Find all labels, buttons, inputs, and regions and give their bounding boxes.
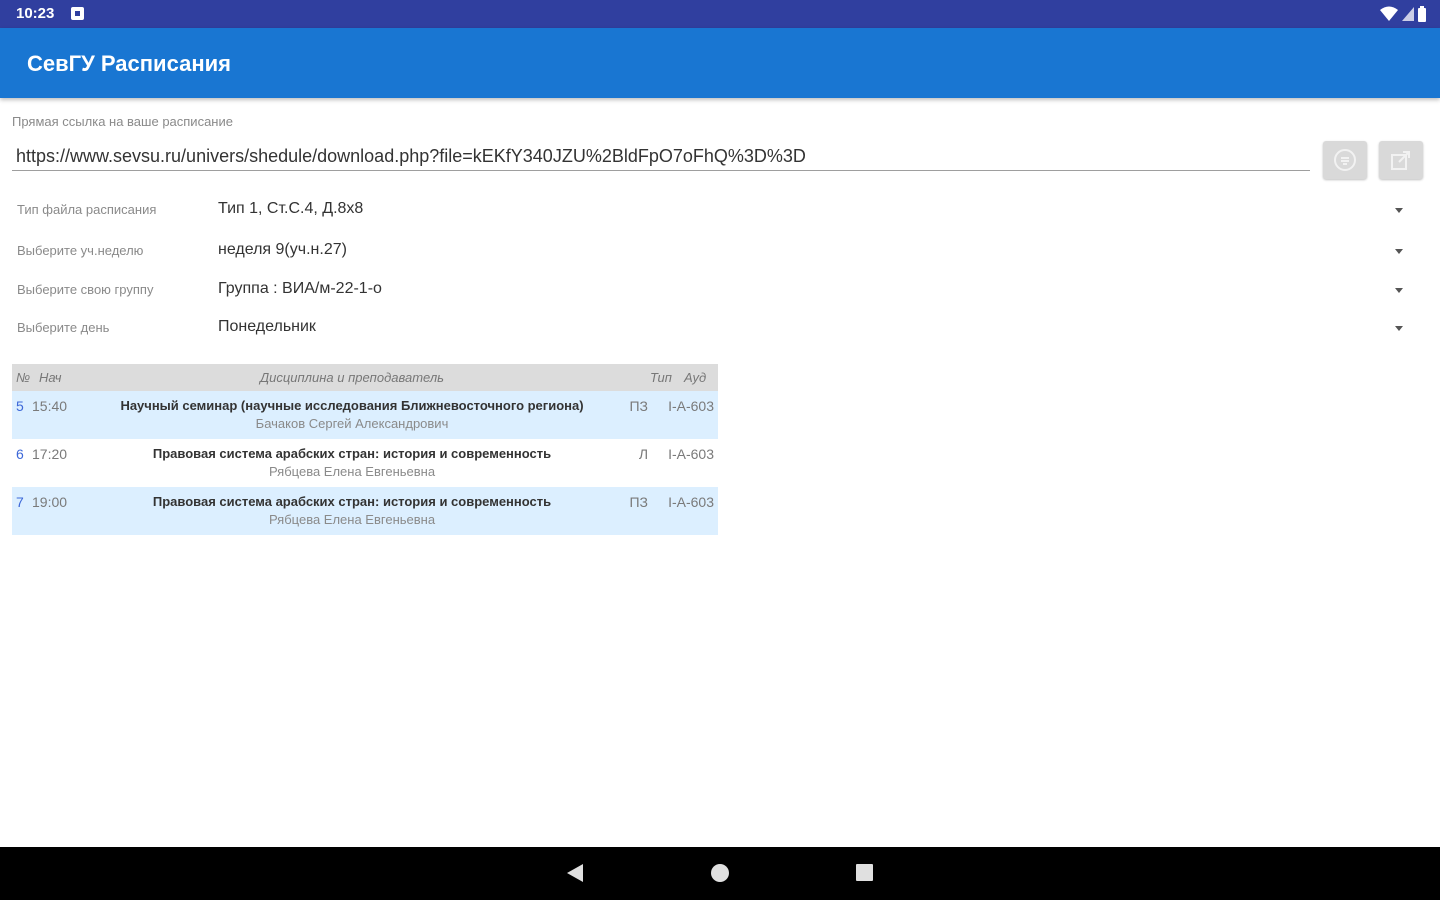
table-row[interactable]: 5 15:40 Научный семинар (научные исследо… xyxy=(12,391,718,439)
lesson-time: 17:20 xyxy=(32,446,68,462)
header-start: Нач xyxy=(39,370,62,385)
status-time: 10:23 xyxy=(16,5,55,22)
lesson-number: 5 xyxy=(16,398,24,414)
lesson-time: 19:00 xyxy=(32,494,68,510)
table-row[interactable]: 6 17:20 Правовая система арабских стран:… xyxy=(12,439,718,487)
day-select[interactable]: Понедельник xyxy=(218,318,316,336)
lesson-room: I-А-603 xyxy=(668,494,714,510)
lesson-teacher: Рябцева Елена Евгеньевна xyxy=(268,464,436,479)
recent-apps-icon[interactable] xyxy=(856,864,873,881)
share-icon xyxy=(1391,151,1410,170)
notification-icon xyxy=(71,7,84,20)
link-label: Прямая ссылка на ваше расписание xyxy=(12,114,233,129)
save-button[interactable] xyxy=(1323,141,1367,179)
table-header: № Нач Дисциплина и преподаватель Тип Ауд xyxy=(12,364,718,391)
schedule-link-input[interactable] xyxy=(12,143,1310,171)
header-subject: Дисциплина и преподаватель xyxy=(259,370,445,385)
lesson-number: 7 xyxy=(16,494,24,510)
app-bar: СевГУ Расписания xyxy=(0,28,1440,98)
group-label: Выберите свою группу xyxy=(17,282,154,297)
wifi-icon xyxy=(1380,6,1398,21)
lesson-type: Л xyxy=(638,446,648,462)
week-select[interactable]: неделя 9(уч.н.27) xyxy=(218,241,347,259)
home-icon[interactable] xyxy=(711,864,729,882)
header-num: № xyxy=(16,370,31,385)
chevron-down-icon[interactable] xyxy=(1395,249,1403,254)
app-title: СевГУ Расписания xyxy=(27,51,231,76)
save-icon xyxy=(1334,149,1356,171)
day-row[interactable]: Выберите день Понедельник xyxy=(0,312,1440,346)
file-type-select[interactable]: Тип 1, Ст.С.4, Д.8х8 xyxy=(218,200,363,218)
chevron-down-icon[interactable] xyxy=(1395,288,1403,293)
lesson-subject: Правовая система арабских стран: история… xyxy=(152,446,552,461)
week-label: Выберите уч.неделю xyxy=(17,243,144,258)
lesson-subject: Правовая система арабских стран: история… xyxy=(152,494,552,509)
lesson-teacher: Бачаков Сергей Александрович xyxy=(255,416,449,431)
header-type: Тип xyxy=(650,370,672,385)
battery-icon xyxy=(1418,6,1426,22)
lesson-room: I-А-603 xyxy=(668,398,714,414)
day-label: Выберите день xyxy=(17,320,110,335)
cell-signal-icon xyxy=(1402,7,1414,21)
table-row[interactable]: 7 19:00 Правовая система арабских стран:… xyxy=(12,487,718,535)
lesson-room: I-А-603 xyxy=(668,446,714,462)
file-type-label: Тип файла расписания xyxy=(17,202,157,217)
schedule-table: № Нач Дисциплина и преподаватель Тип Ауд… xyxy=(12,364,718,535)
share-button[interactable] xyxy=(1379,141,1423,179)
header-room: Ауд xyxy=(684,370,707,385)
lesson-teacher: Рябцева Елена Евгеньевна xyxy=(268,512,436,527)
chevron-down-icon[interactable] xyxy=(1395,208,1403,213)
lesson-type: ПЗ xyxy=(629,494,648,510)
status-bar: 10:23 xyxy=(0,0,1440,28)
lesson-time: 15:40 xyxy=(32,398,68,414)
lesson-number: 6 xyxy=(16,446,24,462)
week-row[interactable]: Выберите уч.неделю неделя 9(уч.н.27) xyxy=(0,235,1440,269)
lesson-subject: Научный семинар (научные исследования Бл… xyxy=(120,398,584,413)
status-indicators xyxy=(1380,5,1426,23)
group-row[interactable]: Выберите свою группу Группа : ВИА/м-22-1… xyxy=(0,274,1440,308)
back-icon[interactable] xyxy=(567,864,583,882)
file-type-row[interactable]: Тип файла расписания Тип 1, Ст.С.4, Д.8х… xyxy=(0,194,1440,228)
chevron-down-icon[interactable] xyxy=(1395,326,1403,331)
group-select[interactable]: Группа : ВИА/м-22-1-о xyxy=(218,280,382,298)
lesson-type: ПЗ xyxy=(629,398,648,414)
navigation-bar xyxy=(0,847,1440,900)
